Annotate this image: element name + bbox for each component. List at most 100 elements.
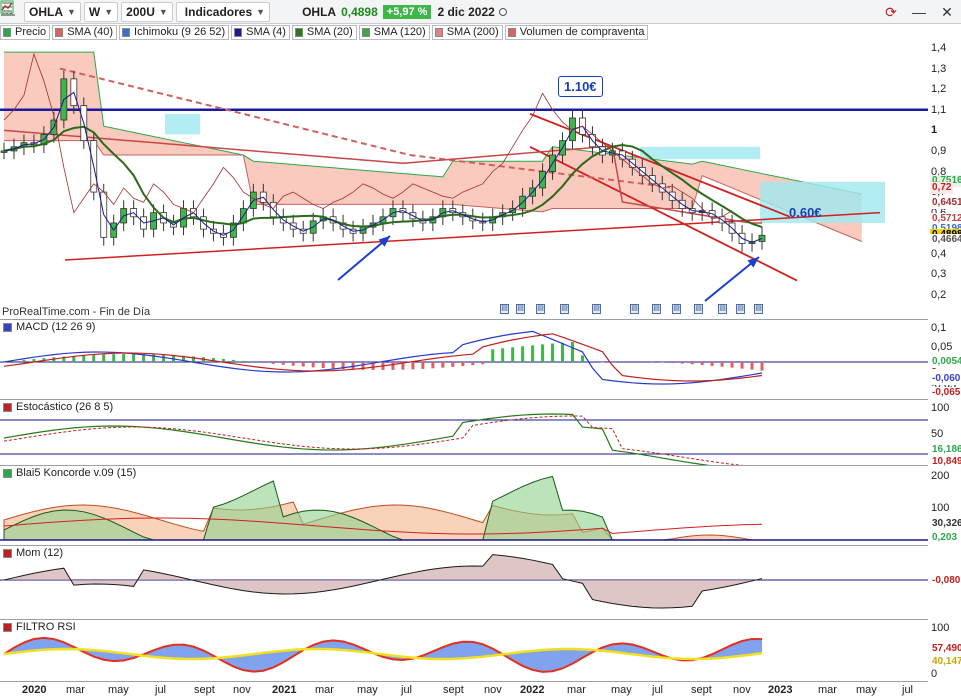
legend-item[interactable]: Precio — [0, 24, 51, 40]
indicator-tag: 40,147 — [930, 656, 961, 668]
legend-item[interactable]: SMA (20) — [291, 24, 357, 40]
legend-swatch-icon — [234, 27, 243, 37]
macd-histogram-bar — [12, 361, 16, 362]
macd-swatch-icon — [3, 322, 12, 332]
macd-histogram-bar — [690, 362, 694, 365]
event-marker-icon[interactable]: ▤ — [560, 304, 569, 314]
resistance-annotation: 1.10€ — [558, 76, 603, 97]
event-marker-icon[interactable]: ▤ — [736, 304, 745, 314]
macd-histogram-bar — [441, 362, 445, 368]
chevron-down-icon: ▼ — [256, 6, 266, 17]
macd-histogram-bar — [82, 355, 86, 362]
legend-label: SMA (4) — [246, 26, 286, 38]
indicator-tag: 57,490 — [930, 643, 961, 655]
time-tick: jul — [652, 684, 664, 696]
time-tick: may — [856, 684, 877, 696]
event-marker-icon[interactable]: ▤ — [536, 304, 545, 314]
stochastic-panel[interactable]: Estocástico (26 8 5) — [0, 400, 928, 466]
time-tick: mar — [315, 684, 334, 696]
macd-histogram-bar — [431, 362, 435, 369]
legend-item[interactable]: SMA (40) — [52, 24, 118, 40]
time-tick: jul — [401, 684, 413, 696]
rsi-title: FILTRO RSI — [1, 621, 78, 633]
legend-item[interactable]: SMA (120) — [358, 24, 430, 40]
time-tick: 2020 — [22, 684, 47, 696]
event-marker-icon[interactable]: ▤ — [754, 304, 763, 314]
macd-histogram-bar — [321, 362, 325, 369]
stoch-k-line — [3, 413, 711, 465]
event-marker-icon[interactable]: ▤ — [718, 304, 727, 314]
macd-title: MACD (12 26 9) — [1, 321, 98, 333]
macd-histogram-bar — [501, 348, 505, 362]
macd-line — [3, 330, 763, 385]
macd-histogram-bar — [561, 342, 565, 362]
event-marker-icon[interactable]: ▤ — [672, 304, 681, 314]
price-tag: 0,72 — [930, 181, 954, 194]
settings-icon[interactable] — [2, 2, 294, 21]
rsi-title-text: FILTRO RSI — [16, 621, 76, 633]
koncorde-title: Blai5 Koncorde v.09 (15) — [1, 467, 139, 479]
stochastic-title: Estocástico (26 8 5) — [1, 401, 116, 413]
indicator-tag: 30,326 — [930, 518, 961, 530]
bars-select[interactable]: 200U ▼ — [121, 1, 173, 22]
legend-item[interactable]: Volumen de compraventa — [504, 24, 649, 40]
indicator-tag: -0,065 — [930, 387, 961, 399]
mom-swatch-icon — [3, 548, 12, 558]
cloud-patch — [165, 113, 200, 135]
legend-item[interactable]: Ichimoku (9 26 52) — [119, 24, 230, 40]
refresh-icon[interactable]: ⟳ — [877, 1, 905, 23]
event-marker-icon[interactable]: ▤ — [516, 304, 525, 314]
legend-swatch-icon — [361, 27, 370, 37]
macd-histogram-bar — [541, 344, 545, 362]
toolbar: OHLA ▼ W ▼ 200U ▼ Indicadores ▼ OHLA 0,4… — [0, 0, 961, 24]
period-select[interactable]: W ▼ — [83, 1, 119, 22]
event-marker-icon[interactable]: ▤ — [694, 304, 703, 314]
axis-tick: 0 — [931, 668, 938, 680]
price-tick: 1,4 — [931, 42, 947, 54]
legend-swatch-icon — [3, 27, 11, 37]
legend-label: SMA (120) — [373, 26, 426, 38]
time-tick: mar — [66, 684, 85, 696]
axis-tick: 100 — [931, 502, 950, 514]
price-tick: 1,1 — [931, 103, 947, 116]
last-price: 0,4898 — [341, 4, 378, 19]
legend-item[interactable]: SMA (200) — [431, 24, 503, 40]
macd-histogram-bar — [660, 362, 664, 363]
time-tick: nov — [484, 684, 502, 696]
macd-histogram-bar — [122, 354, 126, 362]
minimize-icon[interactable]: — — [905, 1, 933, 23]
macd-histogram-bar — [451, 362, 455, 367]
macd-panel[interactable]: MACD (12 26 9) — [0, 320, 928, 400]
axis-tick: 100 — [931, 402, 950, 414]
event-marker-icon[interactable]: ▤ — [592, 304, 601, 314]
event-marker-icon[interactable]: ▤ — [652, 304, 661, 314]
ticker-select[interactable]: OHLA ▼ — [24, 1, 81, 22]
time-tick: sept — [443, 684, 464, 696]
macd-histogram-bar — [730, 362, 734, 368]
axis-tick: 0,1 — [931, 322, 947, 334]
koncorde-panel[interactable]: Blai5 Koncorde v.09 (15) — [0, 466, 928, 546]
macd-histogram-bar — [680, 362, 684, 364]
rsi-panel[interactable]: FILTRO RSI — [0, 620, 928, 682]
legend-item[interactable]: SMA (4) — [231, 24, 290, 40]
axis-tick: 100 — [931, 622, 950, 634]
event-marker-icon[interactable]: ▤ — [630, 304, 639, 314]
price-panel[interactable]: ProRealTime.com - Fin de Día 1.10€ 0.60€ — [0, 40, 928, 320]
macd-histogram-bar — [521, 346, 525, 362]
legend-label: SMA (20) — [306, 26, 353, 38]
event-marker-icon[interactable]: ▤ — [500, 304, 509, 314]
macd-histogram-bar — [551, 343, 555, 362]
time-tick: 2022 — [520, 684, 545, 696]
legend-label: SMA (40) — [67, 26, 114, 38]
momentum-panel[interactable]: Mom (12) — [0, 546, 928, 620]
chevron-down-icon: ▼ — [104, 6, 114, 17]
close-icon[interactable]: ✕ — [933, 1, 961, 23]
time-tick: 2021 — [272, 684, 297, 696]
macd-histogram-bar — [750, 362, 754, 370]
indicator-tag: 0,203 — [930, 532, 960, 544]
time-tick: may — [611, 684, 632, 696]
macd-histogram-bar — [281, 362, 285, 365]
source-note: ProRealTime.com - Fin de Día — [2, 306, 151, 318]
change-badge: +5,97 % — [382, 4, 432, 19]
indicators-button[interactable]: Indicadores ▼ — [0, 0, 271, 22]
